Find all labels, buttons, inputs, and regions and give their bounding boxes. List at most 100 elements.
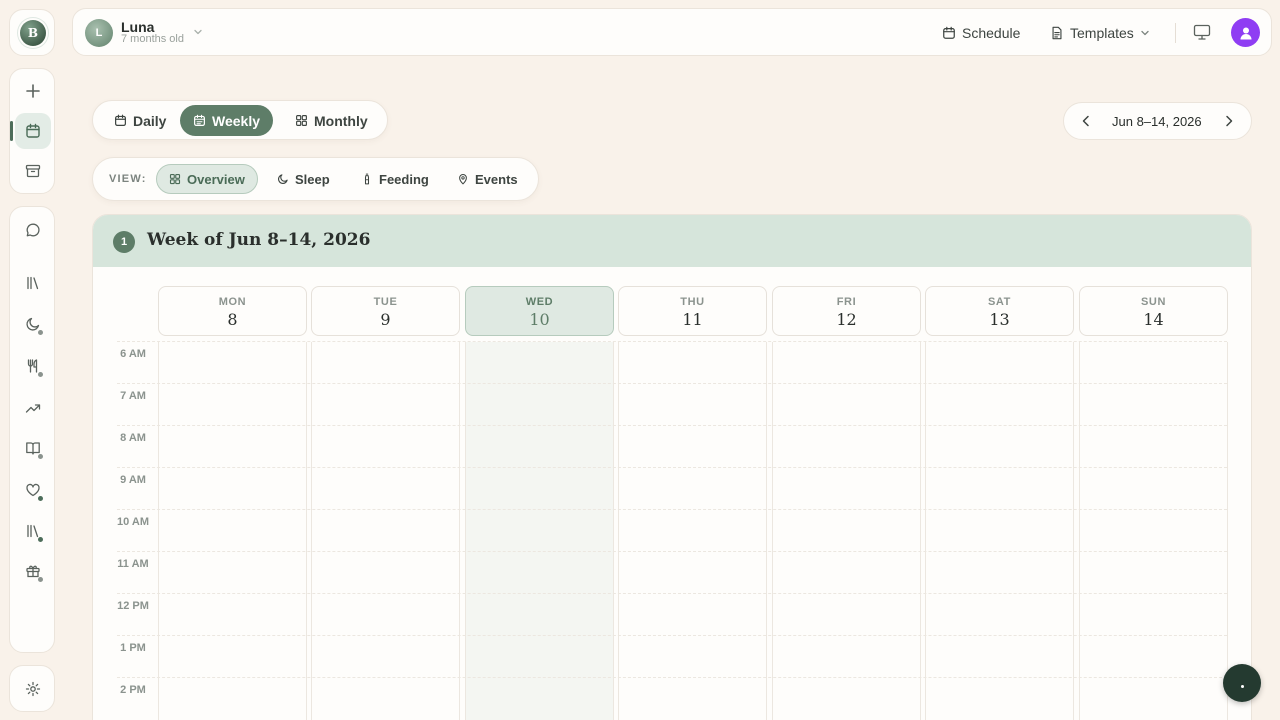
- view-feeding[interactable]: Feeding: [349, 164, 441, 194]
- user-avatar[interactable]: [1231, 18, 1260, 47]
- time-slot-cell[interactable]: [925, 510, 1074, 552]
- time-slot-cell[interactable]: [772, 510, 921, 552]
- time-slot-cell[interactable]: [925, 384, 1074, 426]
- time-slot-cell[interactable]: [465, 468, 614, 510]
- time-slot-cell[interactable]: [465, 636, 614, 678]
- time-slot-cell[interactable]: [925, 468, 1074, 510]
- time-slot-cell[interactable]: [618, 468, 767, 510]
- time-slot-cell[interactable]: [158, 342, 307, 384]
- next-week-button[interactable]: [1221, 113, 1237, 129]
- previous-week-button[interactable]: [1078, 113, 1094, 129]
- time-slot-cell[interactable]: [1079, 552, 1228, 594]
- time-slot-cell[interactable]: [1079, 342, 1228, 384]
- nav-sleep[interactable]: [15, 306, 51, 342]
- time-slot-cell[interactable]: [772, 678, 921, 720]
- tab-daily[interactable]: Daily: [101, 105, 179, 136]
- time-slot-cell[interactable]: [1079, 636, 1228, 678]
- nav-health[interactable]: [15, 472, 51, 508]
- time-slot-cell[interactable]: [158, 510, 307, 552]
- time-slot-cell[interactable]: [1079, 468, 1228, 510]
- time-slot-cell[interactable]: [772, 636, 921, 678]
- time-slot-cell[interactable]: [311, 342, 460, 384]
- time-slot-cell[interactable]: [618, 552, 767, 594]
- time-slot-cell[interactable]: [311, 594, 460, 636]
- time-slot-cell[interactable]: [618, 426, 767, 468]
- nav-journal[interactable]: [15, 430, 51, 466]
- nav-growth[interactable]: [15, 390, 51, 426]
- time-slot-cell[interactable]: [311, 678, 460, 720]
- time-slot-cell[interactable]: [465, 510, 614, 552]
- day-header-thu[interactable]: THU 11: [618, 286, 767, 336]
- time-slot-cell[interactable]: [925, 678, 1074, 720]
- map-pin-icon: [457, 173, 469, 185]
- workspace-avatar[interactable]: B: [20, 20, 46, 46]
- time-slot-cell[interactable]: [618, 510, 767, 552]
- time-slot-cell[interactable]: [772, 342, 921, 384]
- time-slot-cell[interactable]: [618, 594, 767, 636]
- time-slot-cell[interactable]: [925, 426, 1074, 468]
- time-slot-cell[interactable]: [465, 384, 614, 426]
- time-slot-cell[interactable]: [772, 468, 921, 510]
- quick-add-fab[interactable]: [1223, 664, 1261, 702]
- time-slot-cell[interactable]: [1079, 510, 1228, 552]
- display-mode-button[interactable]: [1193, 21, 1211, 43]
- time-slot-cell[interactable]: [618, 636, 767, 678]
- view-events[interactable]: Events: [445, 164, 530, 194]
- day-header-wed[interactable]: WED 10: [465, 286, 614, 336]
- time-slot-cell[interactable]: [772, 426, 921, 468]
- nav-resources[interactable]: [15, 513, 51, 549]
- nav-feeding[interactable]: [15, 348, 51, 384]
- time-slot-cell[interactable]: [618, 384, 767, 426]
- time-slot-cell[interactable]: [311, 426, 460, 468]
- nav-archive[interactable]: [15, 153, 51, 189]
- time-slot-cell[interactable]: [311, 384, 460, 426]
- schedule-link[interactable]: Schedule: [942, 21, 1020, 45]
- time-slot-cell[interactable]: [158, 552, 307, 594]
- time-slot-cell[interactable]: [1079, 384, 1228, 426]
- time-slot-cell[interactable]: [465, 552, 614, 594]
- date-navigator: Jun 8–14, 2026: [1063, 102, 1252, 140]
- time-slot-cell[interactable]: [1079, 678, 1228, 720]
- day-header-tue[interactable]: TUE 9: [311, 286, 460, 336]
- time-slot-cell[interactable]: [158, 678, 307, 720]
- time-slot-cell[interactable]: [465, 594, 614, 636]
- time-slot-cell[interactable]: [158, 426, 307, 468]
- day-header-sat[interactable]: SAT 13: [925, 286, 1074, 336]
- time-slot-cell[interactable]: [158, 594, 307, 636]
- time-slot-cell[interactable]: [618, 342, 767, 384]
- time-slot-cell[interactable]: [772, 552, 921, 594]
- time-slot-cell[interactable]: [158, 384, 307, 426]
- time-slot-cell[interactable]: [465, 426, 614, 468]
- day-header-fri[interactable]: FRI 12: [772, 286, 921, 336]
- time-slot-cell[interactable]: [311, 510, 460, 552]
- time-slot-cell[interactable]: [158, 636, 307, 678]
- time-slot-cell[interactable]: [772, 594, 921, 636]
- tab-monthly[interactable]: Monthly: [282, 105, 381, 136]
- nav-gifts[interactable]: [15, 553, 51, 589]
- time-slot-cell[interactable]: [925, 342, 1074, 384]
- time-slot-cell[interactable]: [311, 636, 460, 678]
- nav-calendar[interactable]: [10, 113, 51, 149]
- time-slot-cell[interactable]: [1079, 426, 1228, 468]
- time-slot-cell[interactable]: [925, 594, 1074, 636]
- time-slot-cell[interactable]: [465, 678, 614, 720]
- time-slot-cell[interactable]: [618, 678, 767, 720]
- settings-button[interactable]: [15, 671, 51, 707]
- nav-library[interactable]: [15, 265, 51, 301]
- add-button[interactable]: [15, 73, 51, 109]
- time-slot-cell[interactable]: [1079, 594, 1228, 636]
- day-header-mon[interactable]: MON 8: [158, 286, 307, 336]
- nav-chat[interactable]: [15, 212, 51, 248]
- time-slot-cell[interactable]: [311, 552, 460, 594]
- time-slot-cell[interactable]: [772, 384, 921, 426]
- view-overview[interactable]: Overview: [156, 164, 258, 194]
- time-slot-cell[interactable]: [925, 552, 1074, 594]
- time-slot-cell[interactable]: [465, 342, 614, 384]
- day-header-sun[interactable]: SUN 14: [1079, 286, 1228, 336]
- view-sleep[interactable]: Sleep: [265, 164, 342, 194]
- tab-weekly[interactable]: Weekly: [180, 105, 273, 136]
- time-slot-cell[interactable]: [311, 468, 460, 510]
- time-slot-cell[interactable]: [925, 636, 1074, 678]
- time-slot-cell[interactable]: [158, 468, 307, 510]
- templates-menu[interactable]: Templates: [1050, 21, 1150, 45]
